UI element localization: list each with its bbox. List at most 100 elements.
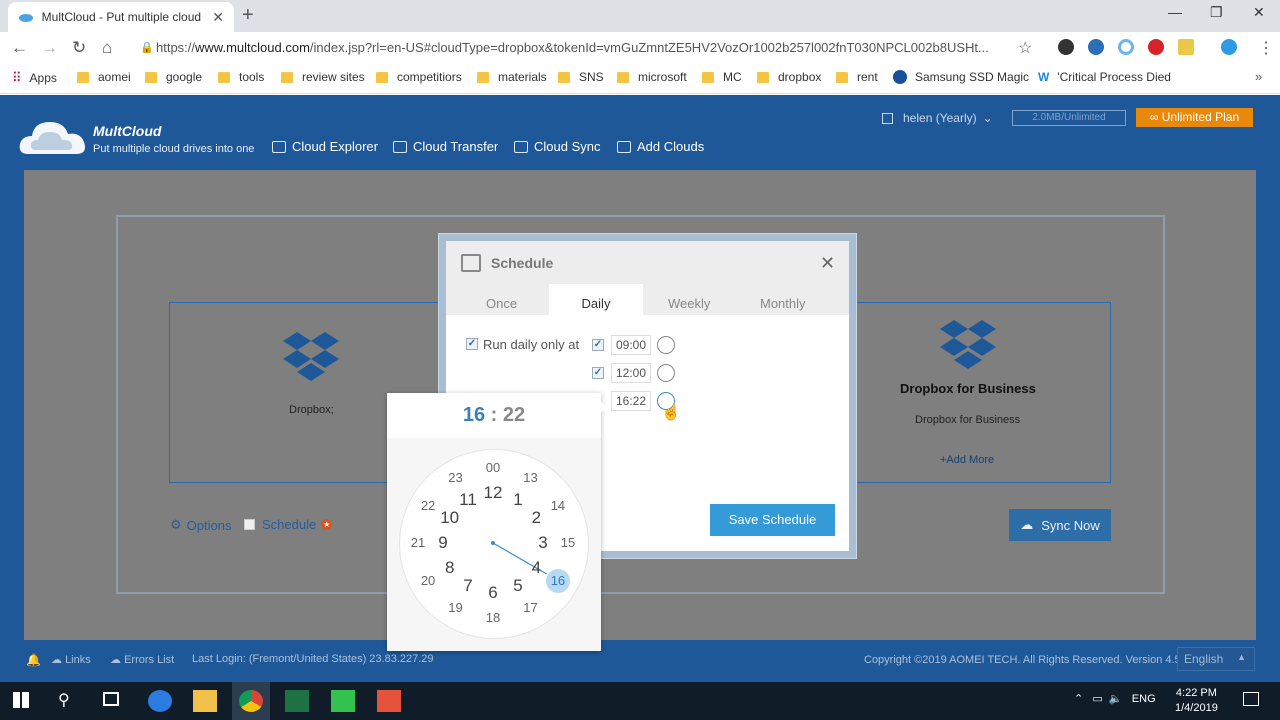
bookmark-item[interactable]: Samsung SSD Magic <box>893 70 1029 84</box>
bookmark-item[interactable]: google <box>145 70 202 84</box>
chrome-icon[interactable] <box>239 690 263 712</box>
windows-start-icon[interactable] <box>13 692 29 708</box>
tab-weekly[interactable]: Weekly <box>668 296 710 311</box>
bookmark-star-icon[interactable]: ☆ <box>1018 38 1032 58</box>
bookmark-item[interactable]: tools <box>218 70 264 84</box>
back-icon[interactable]: ← <box>11 38 28 58</box>
clock-number[interactable]: 3 <box>531 531 555 555</box>
clock-number[interactable]: 20 <box>416 569 440 593</box>
forward-icon[interactable]: → <box>41 38 58 58</box>
save-schedule-button[interactable]: Save Schedule <box>710 504 835 536</box>
bookmark-item[interactable]: review sites <box>281 70 365 84</box>
nav-cloud-transfer[interactable]: Cloud Transfer <box>393 139 498 154</box>
extension-cloud-icon[interactable] <box>1221 39 1237 55</box>
bookmark-item[interactable]: MC <box>702 70 742 84</box>
tab-daily[interactable]: Daily <box>549 284 643 315</box>
clock-number[interactable]: 10 <box>438 506 462 530</box>
clock-number[interactable]: 18 <box>481 606 505 630</box>
notifications-icon[interactable] <box>1243 692 1259 706</box>
clock-number[interactable]: 8 <box>438 556 462 580</box>
bookmark-item[interactable]: microsoft <box>617 70 687 84</box>
tab-once[interactable]: Once <box>486 296 517 311</box>
bookmark-item[interactable]: dropbox <box>757 70 821 84</box>
brand-name[interactable]: MultCloud <box>93 123 161 139</box>
task-view-icon[interactable] <box>103 692 119 706</box>
time1-input[interactable]: 09:00 <box>611 335 651 355</box>
restore-icon[interactable]: ❐ <box>1210 4 1223 21</box>
home-icon[interactable]: ⌂ <box>102 38 112 58</box>
browser-tab[interactable]: MultCloud - Put multiple cloud d ✕ <box>8 2 234 32</box>
bookmark-item[interactable]: competitiors <box>376 70 462 84</box>
bookmark-item[interactable]: rent <box>836 70 878 84</box>
pinterest-icon[interactable] <box>1148 39 1164 55</box>
clock-icon[interactable] <box>657 364 675 382</box>
recorder-icon[interactable] <box>377 690 401 712</box>
clock-number[interactable]: 9 <box>431 531 455 555</box>
time2-checkbox[interactable]: ✓ <box>592 367 604 379</box>
nav-cloud-explorer[interactable]: Cloud Explorer <box>272 139 378 154</box>
time1-checkbox[interactable]: ✓ <box>592 339 604 351</box>
clock-number[interactable]: 12 <box>481 481 505 505</box>
add-more-link[interactable]: +Add More <box>940 454 994 466</box>
network-icon[interactable]: ▭ <box>1092 693 1102 705</box>
clock-number[interactable]: 19 <box>444 596 468 620</box>
bookmark-apps[interactable]: ⠿ Apps <box>12 70 57 86</box>
taskbar-clock[interactable]: 4:22 PM 1/4/2019 <box>1175 686 1218 716</box>
system-tray[interactable]: ⌃ ▭ 🔈 ENG <box>1074 692 1156 705</box>
close-window-icon[interactable]: ✕ <box>1253 4 1265 21</box>
time3-input[interactable]: 16:22 <box>611 391 651 411</box>
menu-dots-icon[interactable]: ⋮ <box>1258 38 1274 58</box>
camtasia-icon[interactable] <box>331 690 355 712</box>
excel-icon[interactable] <box>285 690 309 712</box>
bookmark-item[interactable]: aomei <box>77 70 131 84</box>
extension-ring-icon[interactable] <box>1118 39 1134 55</box>
user-menu[interactable]: helen (Yearly) ⌄ <box>882 111 993 125</box>
tab-monthly[interactable]: Monthly <box>760 296 806 311</box>
plan-badge[interactable]: ∞ Unlimited Plan <box>1136 108 1253 127</box>
multcloud-logo-icon[interactable] <box>18 114 88 158</box>
search-icon[interactable]: ⚲ <box>58 690 70 710</box>
clock-number[interactable]: 15 <box>556 531 580 555</box>
clock-number[interactable]: 13 <box>519 466 543 490</box>
clock-number[interactable]: 16 <box>545 568 570 593</box>
url-bar[interactable]: https://www.multcloud.com/index.jsp?rl=e… <box>156 40 989 55</box>
clock-number[interactable]: 6 <box>481 581 505 605</box>
clock-number[interactable]: 21 <box>406 531 430 555</box>
file-explorer-icon[interactable] <box>193 690 217 712</box>
clock-number[interactable]: 11 <box>456 488 480 512</box>
more-bookmarks-icon[interactable]: » <box>1255 69 1262 84</box>
clock-number[interactable]: 00 <box>481 456 505 480</box>
options-link[interactable]: ⚙ Options <box>170 517 231 533</box>
extension-profile-icon[interactable] <box>1088 39 1104 55</box>
minimize-icon[interactable]: — <box>1168 4 1182 20</box>
clock-number[interactable]: 22 <box>416 494 440 518</box>
sync-now-button[interactable]: ☁ Sync Now <box>1009 509 1111 541</box>
schedule-checkbox[interactable] <box>244 519 255 530</box>
reload-icon[interactable]: ↻ <box>72 38 86 58</box>
links-link[interactable]: ☁ Links <box>51 653 91 666</box>
clock-number[interactable]: 23 <box>444 466 468 490</box>
clock-number[interactable]: 14 <box>546 494 570 518</box>
clock-number[interactable]: 1 <box>506 488 530 512</box>
input-language[interactable]: ENG <box>1132 693 1156 705</box>
schedule-link[interactable]: Schedule ★ <box>244 517 333 532</box>
bookmark-item[interactable]: materials <box>477 70 547 84</box>
extension-chart-icon[interactable] <box>1178 39 1194 55</box>
tray-chevron-up-icon[interactable]: ⌃ <box>1074 693 1083 705</box>
clock-number[interactable]: 17 <box>519 596 543 620</box>
language-select[interactable]: English ▲ <box>1177 647 1255 671</box>
nav-cloud-sync[interactable]: Cloud Sync <box>514 139 600 154</box>
extension-k-icon[interactable] <box>1058 39 1074 55</box>
run-daily-checkbox[interactable]: ✓ <box>466 338 478 350</box>
picker-hour[interactable]: 16 <box>463 404 485 426</box>
bookmark-item[interactable]: SNS <box>558 70 604 84</box>
clock-icon[interactable] <box>657 336 675 354</box>
bookmark-item[interactable]: W 'Critical Process Died <box>1038 70 1171 84</box>
speaker-icon[interactable]: 🔈 <box>1109 693 1123 705</box>
close-icon[interactable]: ✕ <box>820 253 835 274</box>
nav-add-clouds[interactable]: Add Clouds <box>617 139 704 154</box>
time2-input[interactable]: 12:00 <box>611 363 651 383</box>
close-tab-icon[interactable]: ✕ <box>212 9 224 26</box>
picker-minute[interactable]: 22 <box>503 404 525 426</box>
new-tab-button[interactable]: + <box>242 4 254 27</box>
